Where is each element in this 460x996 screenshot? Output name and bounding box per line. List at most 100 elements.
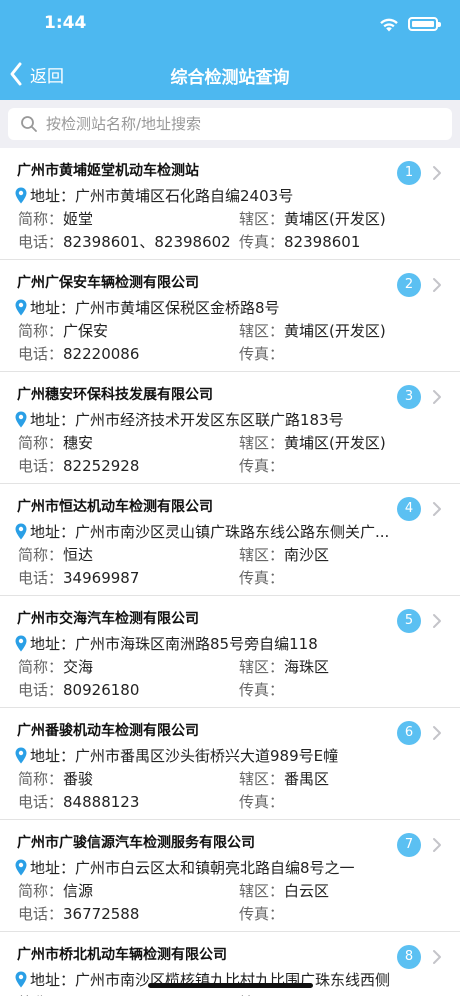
short-name-row: 简称：交海 [18,656,93,677]
phone-row: 电话：84888123 [18,791,139,812]
index-badge: 3 [397,385,421,409]
chevron-right-icon [433,166,441,180]
fax-row: 传真：82398601 [239,231,360,252]
index-badge: 1 [397,161,421,185]
station-name: 广州市桥北机动车辆检测有限公司 [17,947,227,963]
address-label: 地址： [30,635,76,653]
location-pin-icon [15,971,27,988]
short-name-row: 简称：广保安 [18,320,108,341]
station-phone: 34969987 [63,569,140,587]
district-label: 辖区： [239,882,285,900]
fax-row: 传真： [239,903,284,924]
station-list-item[interactable]: 广州市黄埔姬堂机动车检测站 地址： 广州市黄埔区石化路自编2403号 简称：姬堂 辖区：… [0,148,460,260]
station-list-item[interactable]: 广州市恒达机动车检测有限公司 地址： 广州市南沙区灵山镇广珠路东线公路东侧关广...… [0,484,460,596]
station-short-name: 交海 [63,658,94,676]
short-name-label: 简称： [18,210,64,228]
station-address: 广州市白云区太和镇朝亮北路自编8号之一 [75,859,355,877]
station-name: 广州广保安车辆检测有限公司 [17,275,199,291]
chevron-right-icon [433,950,441,964]
nav-bar: 返回 综合检测站查询 [0,50,460,100]
station-district: 黄埔区(开发区) [284,210,386,228]
phone-row: 电话：82398601、82398602 [18,231,231,252]
address-label: 地址： [30,523,76,541]
index-badge: 8 [397,945,421,969]
location-pin-icon [15,635,27,652]
station-list-item[interactable]: 广州广保安车辆检测有限公司地址： 广州市黄埔区保税区金桥路8号简称：广保安 辖区：黄… [0,260,460,372]
address-label: 地址： [30,187,76,205]
station-address-row: 地址： 广州市番禺区沙头街桥兴大道989号E幢 [15,745,338,766]
fax-label: 传真： [239,345,285,363]
chevron-right-icon [433,278,441,292]
fax-label: 传真： [239,905,285,923]
index-badge: 6 [397,721,421,745]
status-time: 1:44 [44,13,87,33]
station-address: 广州市番禺区沙头街桥兴大道989号E幢 [75,747,339,765]
station-name: 广州穗安环保科技发展有限公司 [17,387,213,403]
fax-label: 传真： [239,569,285,587]
station-list-item[interactable]: 广州市交海汽车检测有限公司 地址： 广州市海珠区南洲路85号旁自编118 简称：交海辖… [0,596,460,708]
station-address-row: 地址： 广州市黄埔区石化路自编2403号 [15,185,293,206]
phone-label: 电话： [18,681,64,699]
short-name-label: 简称： [18,770,64,788]
district-row: 辖区：黄埔区(开发区) [239,432,386,453]
fax-row: 传真： [239,791,284,812]
district-row: 辖区：海珠区 [239,656,329,677]
station-short-name: 番骏 [63,770,94,788]
fax-row: 传真： [239,567,284,588]
station-list-item[interactable]: 广州市广骏信源汽车检测服务有限公司 地址： 广州市白云区太和镇朝亮北路自编8号之一简… [0,820,460,932]
district-label: 辖区： [239,434,285,452]
station-short-name: 穗安 [63,434,94,452]
fax-label: 传真： [239,681,285,699]
station-short-name: 姬堂 [63,210,94,228]
station-address: 广州市黄埔区保税区金桥路8号 [75,299,280,317]
short-name-label: 简称： [18,434,64,452]
index-badge: 5 [397,609,421,633]
address-label: 地址： [30,747,76,765]
search-input[interactable] [46,115,426,133]
short-name-row: 简称：番骏 [18,768,93,789]
station-short-name: 信源 [63,882,94,900]
wifi-icon [380,18,398,32]
page-title: 综合检测站查询 [170,68,290,88]
phone-row: 电话：82220086 [18,343,139,364]
station-list-item[interactable]: 广州番骏机动车检测有限公司 地址： 广州市番禺区沙头街桥兴大道989号E幢 简称：番骏… [0,708,460,820]
short-name-row: 简称：恒达 [18,544,93,565]
phone-label: 电话： [18,793,64,811]
fax-row: 传真： [239,343,284,364]
station-list-item[interactable]: 广州穗安环保科技发展有限公司地址： 广州市经济技术开发区东区联广路183号 简称：穗… [0,372,460,484]
address-label: 地址： [30,299,76,317]
location-pin-icon [15,747,27,764]
phone-label: 电话： [18,457,64,475]
short-name-row: 简称： [18,992,63,996]
station-district: 番禺区 [284,770,330,788]
station-name: 广州市恒达机动车检测有限公司 [17,499,213,515]
short-name-label: 简称： [18,882,64,900]
district-label: 辖区： [239,770,285,788]
station-district: 黄埔区(开发区) [284,434,386,452]
fax-row: 传真： [239,679,284,700]
short-name-label: 简称： [18,322,64,340]
station-phone: 82398601、82398602 [63,233,231,251]
index-badge: 7 [397,833,421,857]
phone-row: 电话：36772588 [18,903,139,924]
phone-row: 电话：34969987 [18,567,139,588]
home-indicator [148,983,313,988]
chevron-right-icon [433,614,441,628]
short-name-row: 简称：穗安 [18,432,93,453]
search-box[interactable] [8,108,452,140]
district-row: 辖区：黄埔区(开发区) [239,320,386,341]
status-icons [378,16,441,32]
station-district: 白云区 [284,882,330,900]
station-phone: 36772588 [63,905,140,923]
station-address-row: 地址： 广州市经济技术开发区东区联广路183号 [15,409,344,430]
status-bar: 1:44 [0,0,460,50]
address-label: 地址： [30,971,76,989]
short-name-row: 简称：信源 [18,880,93,901]
district-row: 辖区：白云区 [239,880,329,901]
station-list: 广州市黄埔姬堂机动车检测站 地址： 广州市黄埔区石化路自编2403号 简称：姬堂 辖区：… [0,148,460,996]
station-phone: 84888123 [63,793,140,811]
location-pin-icon [15,523,27,540]
fax-label: 传真： [239,793,285,811]
station-name: 广州市交海汽车检测有限公司 [17,611,199,627]
district-label: 辖区： [239,546,285,564]
